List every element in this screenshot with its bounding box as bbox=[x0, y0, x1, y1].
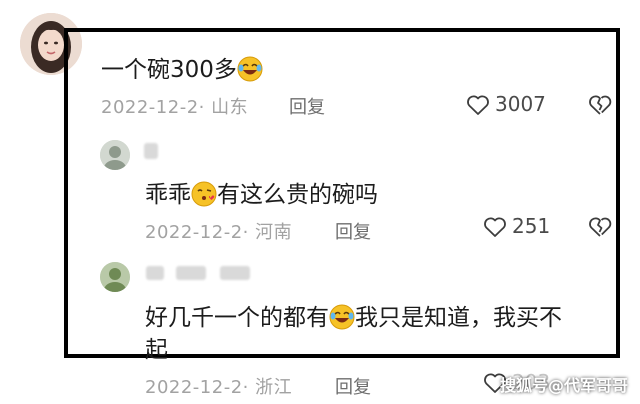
watermark: 搜狐号@代军哥哥 bbox=[499, 376, 628, 395]
laughing-tears-emoji-icon bbox=[329, 304, 355, 330]
username-blurred bbox=[220, 266, 250, 280]
kissing-emoji-icon bbox=[191, 181, 217, 207]
comment-text: 一个碗300多 bbox=[101, 50, 263, 84]
username-blurred bbox=[144, 143, 158, 159]
reply-button[interactable]: 回复 bbox=[335, 373, 371, 399]
heart-outline-icon[interactable] bbox=[466, 94, 490, 116]
comment-text-line2: 起 bbox=[145, 337, 168, 363]
like-count: 251 bbox=[512, 214, 551, 238]
comment-text: 乖乖 有这么贵的碗吗 bbox=[145, 181, 378, 208]
comment-text: 好几千一个的都有 我只是知道，我买不 bbox=[145, 304, 562, 331]
comment-meta: 2022-12-2· 浙江 bbox=[145, 377, 293, 398]
heart-outline-icon[interactable] bbox=[483, 216, 507, 238]
broken-heart-icon[interactable] bbox=[588, 94, 612, 116]
username-blurred bbox=[146, 266, 164, 280]
like-count: 3007 bbox=[495, 92, 546, 116]
reply-button[interactable]: 回复 bbox=[289, 93, 325, 119]
avatar[interactable] bbox=[100, 262, 130, 292]
reply-button[interactable]: 回复 bbox=[335, 218, 371, 244]
comment-meta: 2022-12-2· 山东 bbox=[101, 97, 249, 118]
comment-meta: 2022-12-2· 河南 bbox=[145, 222, 293, 243]
broken-heart-icon[interactable] bbox=[588, 216, 612, 238]
username-blurred bbox=[176, 266, 206, 280]
laughing-tears-emoji-icon bbox=[237, 56, 263, 82]
avatar[interactable] bbox=[100, 140, 130, 170]
